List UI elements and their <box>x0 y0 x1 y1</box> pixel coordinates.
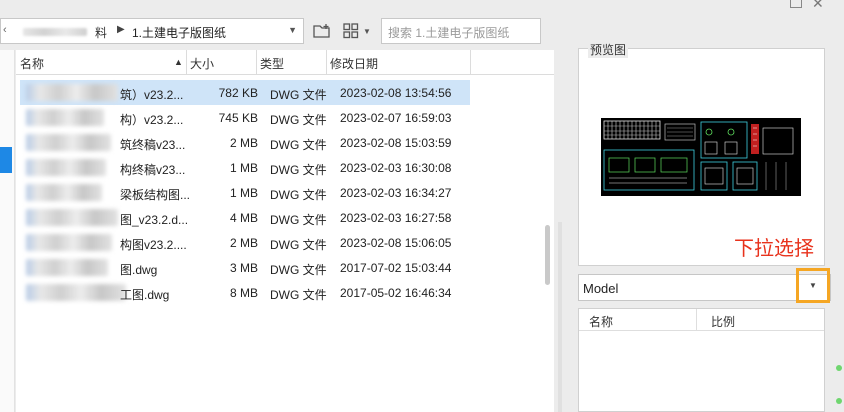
new-folder-button[interactable] <box>313 19 331 43</box>
redacted-filename <box>26 259 108 276</box>
file-date: 2023-02-03 16:30:08 <box>340 161 452 175</box>
column-name[interactable]: 名称 <box>20 55 44 72</box>
drawing-thumbnail <box>601 118 801 196</box>
file-date: 2017-05-02 16:46:34 <box>340 286 452 300</box>
decor-dot <box>836 398 842 404</box>
column-layout-scale: 比例 <box>711 315 736 329</box>
chevron-left-icon[interactable]: ‹ <box>3 24 7 36</box>
file-name: 构）v23.2... <box>120 113 184 127</box>
file-date: 2023-02-08 15:03:59 <box>340 136 452 150</box>
table-row[interactable]: 构图v23.2.... 2 MB DWG 文件 2023-02-08 15:06:05 <box>16 230 554 255</box>
file-type: DWG 文件 <box>270 188 327 202</box>
chevron-down-icon[interactable]: ▼ <box>288 25 297 35</box>
annotation-label: 下拉选择 <box>734 238 814 260</box>
file-type: DWG 文件 <box>270 263 327 277</box>
file-type: DWG 文件 <box>270 113 327 127</box>
file-size: 1 MB <box>229 186 258 200</box>
close-icon[interactable]: ✕ <box>812 0 824 12</box>
address-bar[interactable]: ‹ 料 ▶ 1.土建电子版图纸 ▼ <box>0 18 304 44</box>
file-type: DWG 文件 <box>270 288 327 302</box>
decor-dot <box>836 365 842 371</box>
file-type: DWG 文件 <box>270 138 327 152</box>
redacted-filename <box>26 209 118 226</box>
redacted-filename <box>26 159 106 176</box>
table-row[interactable]: 梁板结构图... 1 MB DWG 文件 2023-02-03 16:34:27 <box>16 180 554 205</box>
file-type: DWG 文件 <box>270 163 327 177</box>
file-list[interactable]: 名称 ▲ 大小 类型 修改日期 筑）v23.2... 782 KB DWG 文件 20… <box>16 50 554 412</box>
file-type: DWG 文件 <box>270 88 327 102</box>
table-row[interactable]: 构）v23.2... 745 KB DWG 文件 2023-02-07 16:59:0… <box>16 105 554 130</box>
preview-label: 预览图 <box>588 41 629 58</box>
file-type: DWG 文件 <box>270 238 327 252</box>
splitter[interactable] <box>558 222 562 412</box>
table-row[interactable]: 筑终稿v23... 2 MB DWG 文件 2023-02-08 15:03:59 <box>16 130 554 155</box>
file-type: DWG 文件 <box>270 213 327 227</box>
new-folder-icon <box>313 24 330 38</box>
redacted-filename <box>26 234 112 251</box>
file-name: 工图.dwg <box>120 288 170 302</box>
redacted-path <box>23 28 87 36</box>
redacted-filename <box>26 134 111 151</box>
chevron-right-icon: ▶ <box>117 24 125 35</box>
table-row[interactable]: 图_v23.2.d... 4 MB DWG 文件 2023-02-03 16:27:5… <box>16 205 554 230</box>
file-date: 2017-07-02 15:03:44 <box>340 261 452 275</box>
file-size: 2 MB <box>229 136 258 150</box>
file-size: 745 KB <box>218 111 258 125</box>
column-layout-name: 名称 <box>589 315 614 329</box>
column-size[interactable]: 大小 <box>190 55 214 72</box>
file-size: 8 MB <box>229 286 258 300</box>
file-size: 1 MB <box>229 161 258 175</box>
table-row[interactable]: 工图.dwg 8 MB DWG 文件 2017-05-02 16:46:34 <box>16 280 554 305</box>
scrollbar[interactable] <box>545 225 550 285</box>
table-row[interactable]: 图.dwg 3 MB DWG 文件 2017-07-02 15:03:44 <box>16 255 554 280</box>
file-size: 2 MB <box>229 236 258 250</box>
nav-selected-marker <box>0 147 12 173</box>
file-date: 2023-02-07 16:59:03 <box>340 111 452 125</box>
column-type[interactable]: 类型 <box>260 55 284 72</box>
file-size: 4 MB <box>229 211 258 225</box>
file-date: 2023-02-03 16:27:58 <box>340 211 452 225</box>
chevron-down-icon: ▼ <box>809 281 817 290</box>
grid-icon <box>343 23 359 39</box>
file-date: 2023-02-08 15:06:05 <box>340 236 452 250</box>
redacted-filename <box>26 109 104 126</box>
sort-up-icon: ▲ <box>174 57 183 67</box>
file-name: 筑）v23.2... <box>120 88 184 102</box>
file-size: 782 KB <box>218 86 258 100</box>
search-placeholder: 搜索 1.土建电子版图纸 <box>388 26 510 40</box>
view-mode-button[interactable]: ▼ <box>343 19 371 43</box>
file-date: 2023-02-08 13:54:56 <box>340 86 452 100</box>
redacted-filename <box>26 184 102 201</box>
layout-table[interactable]: 名称 比例 <box>578 308 825 412</box>
layout-select[interactable]: Model <box>578 274 831 301</box>
nav-pane[interactable] <box>0 50 15 412</box>
breadcrumb-current[interactable]: 1.土建电子版图纸 <box>132 24 226 41</box>
list-header: 名称 ▲ 大小 类型 修改日期 <box>16 50 554 75</box>
redacted-filename <box>26 84 118 101</box>
column-date[interactable]: 修改日期 <box>330 55 378 72</box>
file-name: 图.dwg <box>120 263 158 277</box>
layout-select-value: Model <box>583 281 619 296</box>
maximize-icon[interactable] <box>790 0 802 8</box>
file-date: 2023-02-03 16:34:27 <box>340 186 452 200</box>
dropdown-arrow-highlight[interactable]: ▼ <box>796 268 830 303</box>
breadcrumb-parent[interactable]: 料 <box>95 24 107 41</box>
search-input[interactable]: 搜索 1.土建电子版图纸 <box>381 18 541 44</box>
chevron-down-icon: ▼ <box>363 26 371 36</box>
table-row[interactable]: 构终稿v23... 1 MB DWG 文件 2023-02-03 16:30:08 <box>16 155 554 180</box>
table-row[interactable]: 筑）v23.2... 782 KB DWG 文件 2023-02-08 13:54:5… <box>16 80 554 105</box>
redacted-filename <box>26 284 126 301</box>
file-size: 3 MB <box>229 261 258 275</box>
